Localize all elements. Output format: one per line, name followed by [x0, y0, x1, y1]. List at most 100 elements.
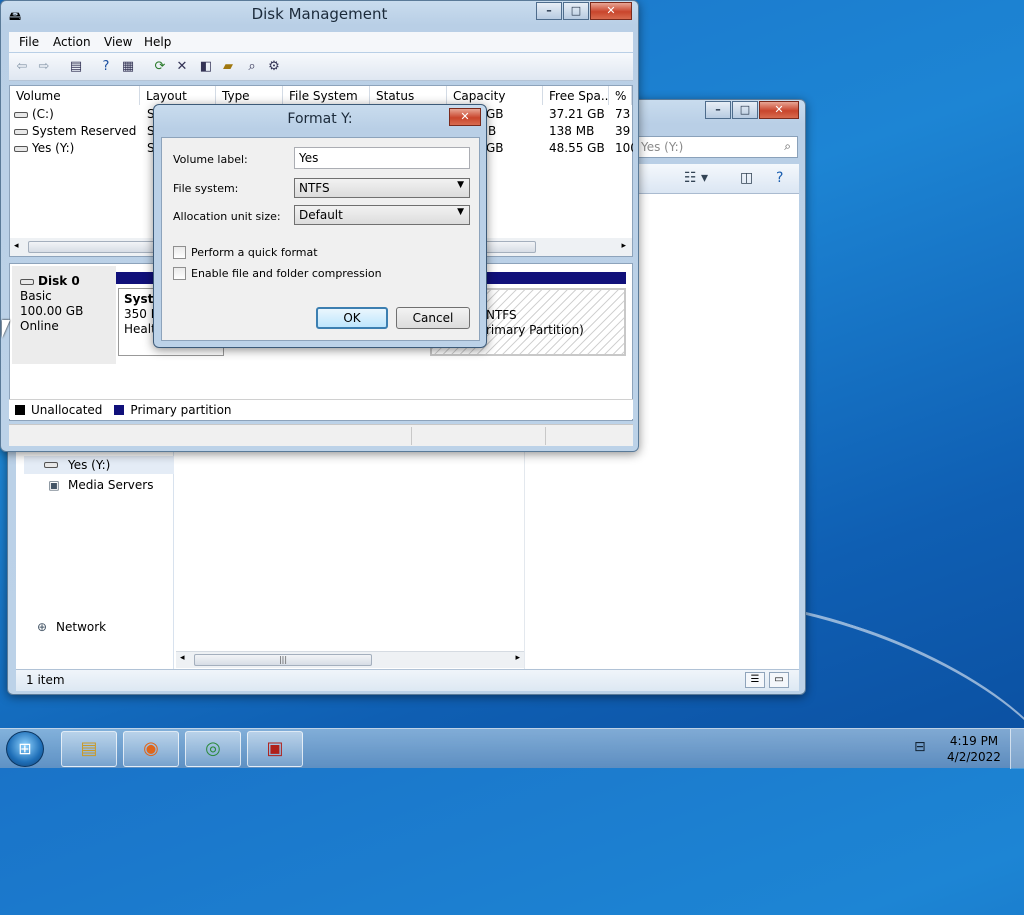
allocation-size-caption: Allocation unit size:: [173, 210, 281, 223]
close-button[interactable]: ✕: [449, 108, 481, 126]
delete-icon[interactable]: ✕: [173, 58, 191, 76]
search-icon[interactable]: ⌕: [784, 139, 791, 154]
status-separator: [411, 427, 412, 445]
disk-type: Basic: [20, 289, 52, 303]
cancel-button[interactable]: Cancel: [396, 307, 470, 329]
table-row[interactable]: Yes (Y:): [14, 141, 74, 155]
column-volume[interactable]: Volume: [10, 86, 140, 105]
details-view-icon[interactable]: ☰: [745, 672, 765, 688]
network-tray-icon[interactable]: ⊟: [914, 739, 926, 755]
file-system-value: NTFS: [299, 181, 330, 195]
quick-format-checkbox[interactable]: Perform a quick format: [173, 246, 318, 259]
clock[interactable]: 4:19 PM 4/2/2022: [944, 733, 1004, 765]
large-icons-view-icon[interactable]: ▭: [769, 672, 789, 688]
volume-free: 48.55 GB: [549, 141, 605, 155]
column-percent-free[interactable]: % F: [609, 86, 632, 105]
console-tree-icon[interactable]: ▤: [67, 58, 85, 76]
refresh-icon[interactable]: ⟳: [151, 58, 169, 76]
search-icon[interactable]: ⌕: [243, 58, 261, 76]
allocation-size-select[interactable]: Default ▼: [294, 205, 470, 225]
open-folder-icon[interactable]: ▰: [219, 58, 237, 76]
disk-status-bar: [9, 424, 633, 446]
column-status[interactable]: Status: [370, 86, 447, 105]
back-icon[interactable]: ⇦: [13, 58, 31, 76]
scroll-right-icon[interactable]: ▸: [515, 653, 520, 663]
disk-size: 100.00 GB: [20, 304, 84, 318]
disk-0-label[interactable]: Disk 0 Basic 100.00 GB Online: [12, 266, 116, 364]
allocation-size-value: Default: [299, 208, 343, 222]
scroll-left-icon[interactable]: ◂: [14, 241, 19, 251]
drive-icon: [14, 128, 28, 135]
volume-capacity: B: [488, 124, 497, 138]
scroll-grip: |||: [278, 655, 288, 664]
explorer-status-bar: 1 item ☰ ▭: [16, 669, 799, 691]
dialog-body: Volume label: Yes File system: NTFS ▼ Al…: [161, 137, 480, 341]
show-desktop-button[interactable]: [1010, 729, 1024, 769]
taskbar: ⊞ ▤ ◉ ◎ ▣ ⊟ 4:19 PM 4/2/2022: [0, 728, 1024, 769]
disk-name: Disk 0: [38, 274, 80, 288]
maximize-button[interactable]: □: [563, 2, 589, 20]
nav-item-media-servers[interactable]: ▣ Media Servers: [46, 478, 153, 492]
properties-sheet-icon[interactable]: ◧: [197, 58, 215, 76]
volume-label-input[interactable]: Yes: [294, 147, 470, 169]
settings-icon[interactable]: ⚙: [265, 58, 283, 76]
volume-capacity: GB: [486, 107, 504, 121]
checkbox-box[interactable]: [173, 246, 186, 259]
column-free-space[interactable]: Free Spa...: [543, 86, 609, 105]
properties-icon[interactable]: ▦: [119, 58, 137, 76]
nav-item-label: Yes (Y:): [68, 458, 111, 472]
forward-icon[interactable]: ⇨: [35, 58, 53, 76]
explorer-icon[interactable]: ▤: [61, 731, 117, 767]
drive-icon: [14, 111, 28, 118]
menu-file[interactable]: File: [19, 35, 39, 49]
close-button[interactable]: ✕: [759, 101, 799, 119]
search-input[interactable]: Yes (Y:) ⌕: [636, 136, 798, 158]
nav-item-yes-drive[interactable]: Yes (Y:): [24, 456, 174, 474]
chevron-down-icon: ▼: [457, 207, 464, 217]
view-options-icon[interactable]: ☷ ▾: [684, 170, 708, 186]
menu-bar: File Action View Help: [9, 32, 633, 52]
scroll-thumb[interactable]: |||: [194, 654, 372, 666]
partition-status: rimary Partition): [486, 323, 584, 337]
help-icon[interactable]: ?: [776, 170, 783, 186]
chevron-down-icon: ▼: [457, 180, 464, 190]
start-orb-icon[interactable]: ⊞: [6, 731, 44, 767]
nav-item-network[interactable]: ⊕ Network: [34, 620, 106, 634]
volume-label-caption: Volume label:: [173, 153, 248, 166]
format-dialog[interactable]: Format Y: ✕ Volume label: Yes File syste…: [153, 104, 487, 348]
checkbox-box[interactable]: [173, 267, 186, 280]
primary-swatch: [114, 404, 125, 415]
table-row[interactable]: System Reserved: [14, 124, 136, 138]
help-icon[interactable]: ?: [97, 58, 115, 76]
maximize-button[interactable]: □: [732, 101, 758, 119]
compression-checkbox[interactable]: Enable file and folder compression: [173, 267, 382, 280]
scroll-right-icon[interactable]: ▸: [621, 241, 626, 251]
table-row[interactable]: (C:): [14, 107, 54, 121]
menu-action[interactable]: Action: [53, 35, 91, 49]
column-type[interactable]: Type: [216, 86, 283, 105]
menu-view[interactable]: View: [104, 35, 132, 49]
toolbox-icon[interactable]: ▣: [247, 731, 303, 767]
scroll-left-icon[interactable]: ◂: [180, 653, 185, 663]
volume-percent: 100: [615, 141, 633, 155]
firefox-icon[interactable]: ◉: [123, 731, 179, 767]
status-separator: [545, 427, 546, 445]
minimize-button[interactable]: –: [705, 101, 731, 119]
column-capacity[interactable]: Capacity: [447, 86, 543, 105]
chrome-icon[interactable]: ◎: [185, 731, 241, 767]
column-file-system[interactable]: File System: [283, 86, 370, 105]
close-button[interactable]: ✕: [590, 2, 632, 20]
menu-help[interactable]: Help: [144, 35, 171, 49]
column-layout[interactable]: Layout: [140, 86, 216, 105]
volume-name: Yes (Y:): [32, 141, 75, 155]
minimize-button[interactable]: –: [536, 2, 562, 20]
volume-free: 37.21 GB: [549, 107, 605, 121]
ok-button[interactable]: OK: [316, 307, 388, 329]
legend: Unallocated Primary partition: [9, 399, 633, 419]
volume-name: System Reserved: [32, 124, 137, 138]
quick-format-label: Perform a quick format: [191, 246, 318, 259]
file-system-select[interactable]: NTFS ▼: [294, 178, 470, 198]
disk-icon: [20, 278, 34, 285]
horizontal-scrollbar[interactable]: ◂ ||| ▸: [176, 651, 524, 668]
preview-pane-icon[interactable]: ◫: [740, 170, 753, 186]
